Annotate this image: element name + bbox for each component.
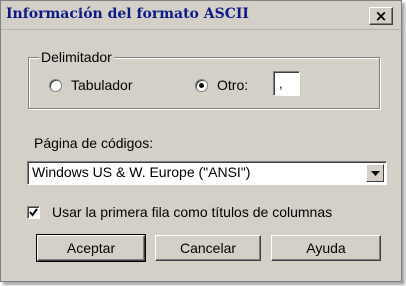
title-bar[interactable]: Información del formato ASCII × (1, 1, 401, 30)
checkmark-icon (29, 208, 38, 217)
chevron-down-icon (370, 170, 380, 176)
first-row-headers-checkbox[interactable] (27, 206, 40, 219)
ok-button[interactable]: Aceptar (36, 234, 146, 262)
first-row-headers-label[interactable]: Usar la primera fila como títulos de col… (52, 204, 332, 220)
close-button[interactable]: × (369, 7, 393, 25)
radio-tabulador[interactable] (49, 79, 62, 92)
delimiter-legend: Delimitador (39, 49, 114, 65)
close-icon: × (374, 6, 388, 25)
dialog-title: Información del formato ASCII (6, 6, 249, 22)
cancel-button[interactable]: Cancelar (155, 235, 261, 261)
help-button[interactable]: Ayuda (271, 235, 381, 261)
other-delimiter-input[interactable]: , (273, 71, 300, 96)
codepage-select[interactable]: Windows US & W. Europe ("ANSI") (27, 161, 387, 185)
radio-selected-dot (199, 83, 204, 88)
dropdown-button[interactable] (366, 164, 384, 182)
radio-tabulador-label[interactable]: Tabulador (71, 77, 133, 93)
radio-otro-label[interactable]: Otro: (217, 77, 248, 93)
codepage-label: Página de códigos: (34, 135, 154, 151)
radio-otro[interactable] (195, 79, 208, 92)
ascii-format-dialog: Información del formato ASCII × Delimita… (0, 0, 402, 282)
codepage-selected-value: Windows US & W. Europe ("ANSI") (32, 164, 251, 180)
